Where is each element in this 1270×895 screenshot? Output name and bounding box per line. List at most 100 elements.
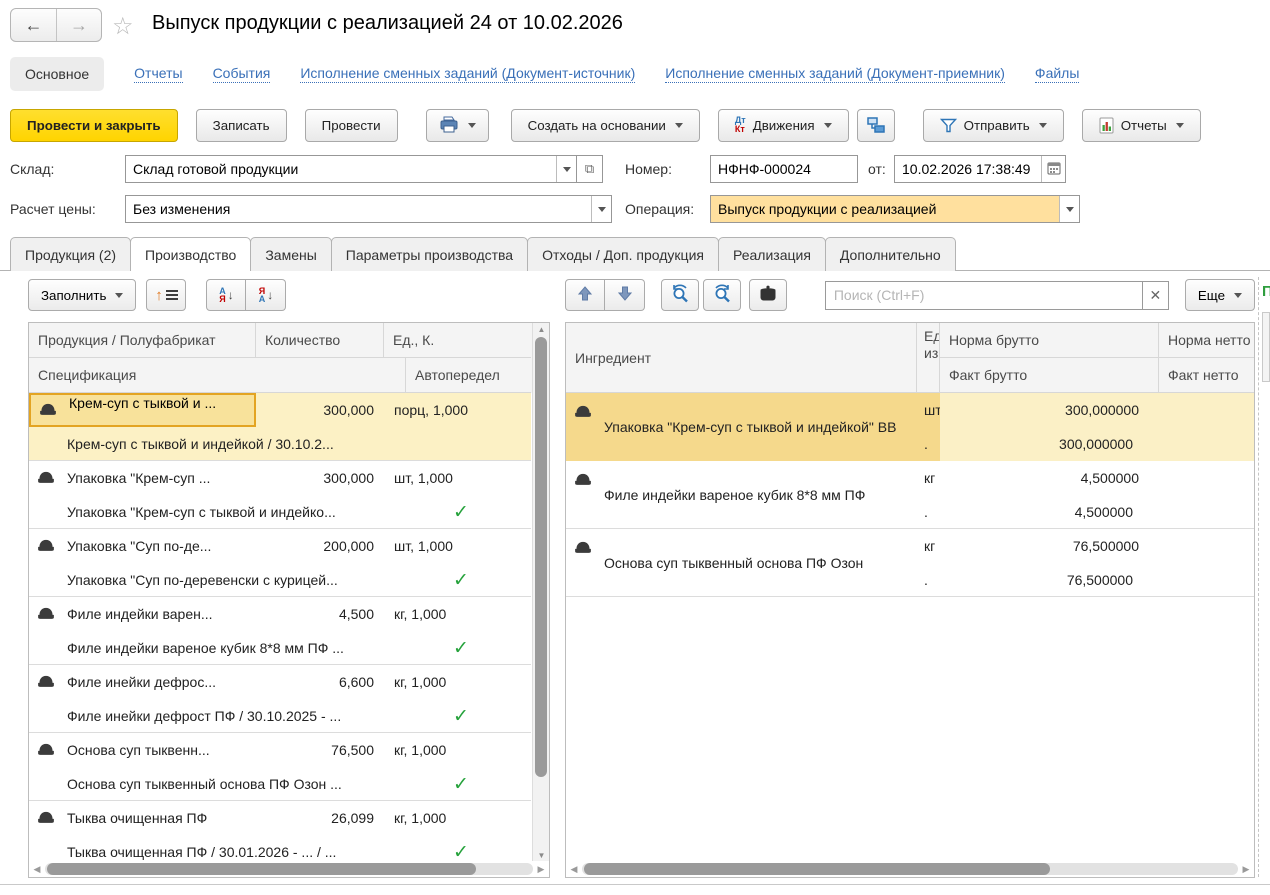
set-order-button[interactable]: ↑ — [146, 279, 186, 311]
product-unit[interactable]: кг, 1,000 — [384, 733, 531, 767]
table-row[interactable]: Крем-суп с тыквой и ... 300,000 порц, 1,… — [29, 393, 531, 461]
product-unit[interactable]: кг, 1,000 — [384, 801, 531, 835]
number-field[interactable]: НФНФ-000024 — [710, 155, 858, 183]
tab-additional[interactable]: Дополнительно — [825, 237, 956, 271]
fact-gross-value[interactable]: 4,500000 — [940, 495, 1159, 529]
col-fact-net[interactable]: Факт нетто — [1159, 358, 1255, 393]
post-and-close-button[interactable]: Провести и закрыть — [10, 109, 178, 142]
col-norm-net[interactable]: Норма нетто — [1159, 323, 1255, 358]
table-row[interactable]: Упаковка "Крем-суп с тыквой и индейкой" … — [566, 393, 1255, 461]
ingredient-name[interactable]: Упаковка "Крем-суп с тыквой и индейкой" … — [604, 393, 910, 461]
product-spec[interactable]: Крем-суп с тыквой и индейкой / 30.10.2..… — [67, 427, 397, 461]
product-unit[interactable]: шт, 1,000 — [384, 461, 531, 495]
scroll-left-icon[interactable]: ◀ — [29, 864, 45, 875]
table-row[interactable]: Основа суп тыквенн... 76,500 кг, 1,000 О… — [29, 733, 531, 801]
product-name[interactable]: Тыква очищенная ПФ — [67, 801, 253, 835]
operation-field[interactable]: Выпуск продукции с реализацией — [710, 195, 1080, 223]
table-row[interactable]: Тыква очищенная ПФ 26,099 кг, 1,000 Тыкв… — [29, 801, 531, 869]
col-unit[interactable]: Ед., К. — [384, 323, 531, 358]
warehouse-dropdown-icon[interactable] — [556, 156, 576, 182]
fill-button[interactable]: Заполнить — [28, 279, 136, 311]
ingredient-name[interactable]: Филе индейки вареное кубик 8*8 мм ПФ — [604, 461, 910, 529]
col-unit[interactable]: Ед. изм. — [917, 323, 940, 393]
product-unit[interactable]: кг, 1,000 — [384, 597, 531, 631]
tab-products[interactable]: Продукция (2) — [10, 237, 131, 271]
scroll-right-icon[interactable]: ▶ — [533, 864, 549, 875]
tab-replacements[interactable]: Замены — [250, 237, 331, 271]
col-fact-gross[interactable]: Факт брутто — [940, 358, 1159, 393]
norm-gross-value[interactable]: 4,500000 — [940, 461, 1159, 495]
col-autoperedel[interactable]: Автопередел — [406, 358, 531, 393]
horizontal-scrollbar[interactable]: ◀ ▶ — [566, 861, 1254, 877]
horizontal-scrollbar[interactable]: ◀ ▶ — [29, 861, 549, 877]
scrollbar-thumb[interactable] — [584, 863, 1050, 875]
product-qty[interactable]: 200,000 — [256, 529, 384, 563]
date-field[interactable]: 10.02.2026 17:38:49 — [894, 155, 1066, 183]
product-unit[interactable]: кг, 1,000 — [384, 665, 531, 699]
fact-gross-value[interactable]: 76,500000 — [940, 563, 1159, 597]
scroll-up-icon[interactable]: ▲ — [533, 323, 550, 335]
forward-button[interactable]: → — [56, 9, 101, 41]
tab-production[interactable]: Производство — [130, 237, 251, 271]
table-row[interactable]: Упаковка "Суп по-де... 200,000 шт, 1,000… — [29, 529, 531, 597]
table-row[interactable]: Филе индейки вареное кубик 8*8 мм ПФ кг.… — [566, 461, 1255, 529]
product-name[interactable]: Филе инейки дефрос... — [67, 665, 253, 699]
ingredient-unit[interactable]: кг. — [917, 529, 940, 597]
more-button[interactable]: Еще — [1185, 279, 1255, 311]
vertical-scrollbar[interactable]: ▲ ▼ — [532, 323, 549, 861]
post-button[interactable]: Провести — [305, 109, 398, 142]
movements-button[interactable]: ДтКт Движения — [718, 109, 849, 142]
section-shift-tasks-receiver[interactable]: Исполнение сменных заданий (Документ-при… — [665, 65, 1005, 83]
fact-gross-value[interactable]: 300,000000 — [940, 427, 1159, 461]
operation-dropdown-icon[interactable] — [1059, 196, 1079, 222]
focused-cell[interactable]: Крем-суп с тыквой и ... — [29, 393, 256, 427]
product-qty[interactable]: 76,500 — [256, 733, 384, 767]
tab-realization[interactable]: Реализация — [718, 237, 826, 271]
col-specification[interactable]: Спецификация — [29, 358, 406, 393]
scroll-left-icon[interactable]: ◀ — [566, 864, 582, 875]
product-qty[interactable]: 300,000 — [256, 393, 384, 427]
create-based-on-button[interactable]: Создать на основании — [511, 109, 700, 142]
product-spec[interactable]: Упаковка "Суп по-деревенски с курицей... — [67, 563, 397, 597]
expand-search-button[interactable] — [703, 279, 741, 311]
section-reports[interactable]: Отчеты — [134, 65, 182, 83]
product-name[interactable]: Упаковка "Крем-суп ... — [67, 461, 253, 495]
product-spec[interactable]: Основа суп тыквенный основа ПФ Озон ... — [67, 767, 397, 801]
table-row[interactable]: Филе инейки дефрос... 6,600 кг, 1,000 Фи… — [29, 665, 531, 733]
warehouse-field[interactable]: Склад готовой продукции — [125, 155, 577, 183]
section-events[interactable]: События — [213, 65, 271, 83]
scrollbar-thumb[interactable] — [47, 863, 476, 875]
ingredient-unit[interactable]: шт. — [917, 393, 940, 461]
product-qty[interactable]: 300,000 — [256, 461, 384, 495]
ingredient-unit[interactable]: кг. — [917, 461, 940, 529]
tab-production-params[interactable]: Параметры производства — [331, 237, 528, 271]
scroll-down-icon[interactable]: ▼ — [533, 849, 550, 861]
scroll-right-icon[interactable]: ▶ — [1238, 864, 1254, 875]
structure-button[interactable] — [857, 109, 895, 142]
product-spec[interactable]: Филе индейки вареное кубик 8*8 мм ПФ ... — [67, 631, 397, 665]
norm-gross-value[interactable]: 76,500000 — [940, 529, 1159, 563]
collapse-search-button[interactable] — [661, 279, 699, 311]
product-unit[interactable]: порц, 1,000 — [384, 393, 531, 427]
move-up-button[interactable] — [565, 279, 605, 311]
scrollbar-thumb[interactable] — [535, 337, 547, 777]
write-button[interactable]: Записать — [196, 109, 287, 142]
warehouse-open-button[interactable]: ⧉ — [577, 155, 603, 183]
section-shift-tasks-source[interactable]: Исполнение сменных заданий (Документ-ист… — [300, 65, 635, 83]
table-row[interactable]: Упаковка "Крем-суп ... 300,000 шт, 1,000… — [29, 461, 531, 529]
favorite-star-icon[interactable]: ☆ — [112, 12, 134, 41]
product-qty[interactable]: 4,500 — [256, 597, 384, 631]
sort-asc-button[interactable]: АЯ ↓ — [206, 279, 246, 311]
product-spec[interactable]: Упаковка "Крем-суп с тыквой и индейко... — [67, 495, 397, 529]
price-calc-dropdown-icon[interactable] — [591, 196, 611, 222]
product-unit[interactable]: шт, 1,000 — [384, 529, 531, 563]
product-name[interactable]: Основа суп тыквенн... — [67, 733, 253, 767]
send-button[interactable]: Отправить — [923, 109, 1064, 142]
col-norm-gross[interactable]: Норма брутто — [940, 323, 1159, 358]
col-product[interactable]: Продукция / Полуфабрикат — [29, 323, 256, 358]
reports-button[interactable]: Отчеты — [1082, 109, 1201, 142]
search-clear-button[interactable]: ✕ — [1143, 281, 1169, 310]
col-ingredient[interactable]: Ингредиент — [566, 323, 917, 393]
tab-waste[interactable]: Отходы / Доп. продукция — [527, 237, 719, 271]
table-row[interactable]: Филе индейки варен... 4,500 кг, 1,000 Фи… — [29, 597, 531, 665]
